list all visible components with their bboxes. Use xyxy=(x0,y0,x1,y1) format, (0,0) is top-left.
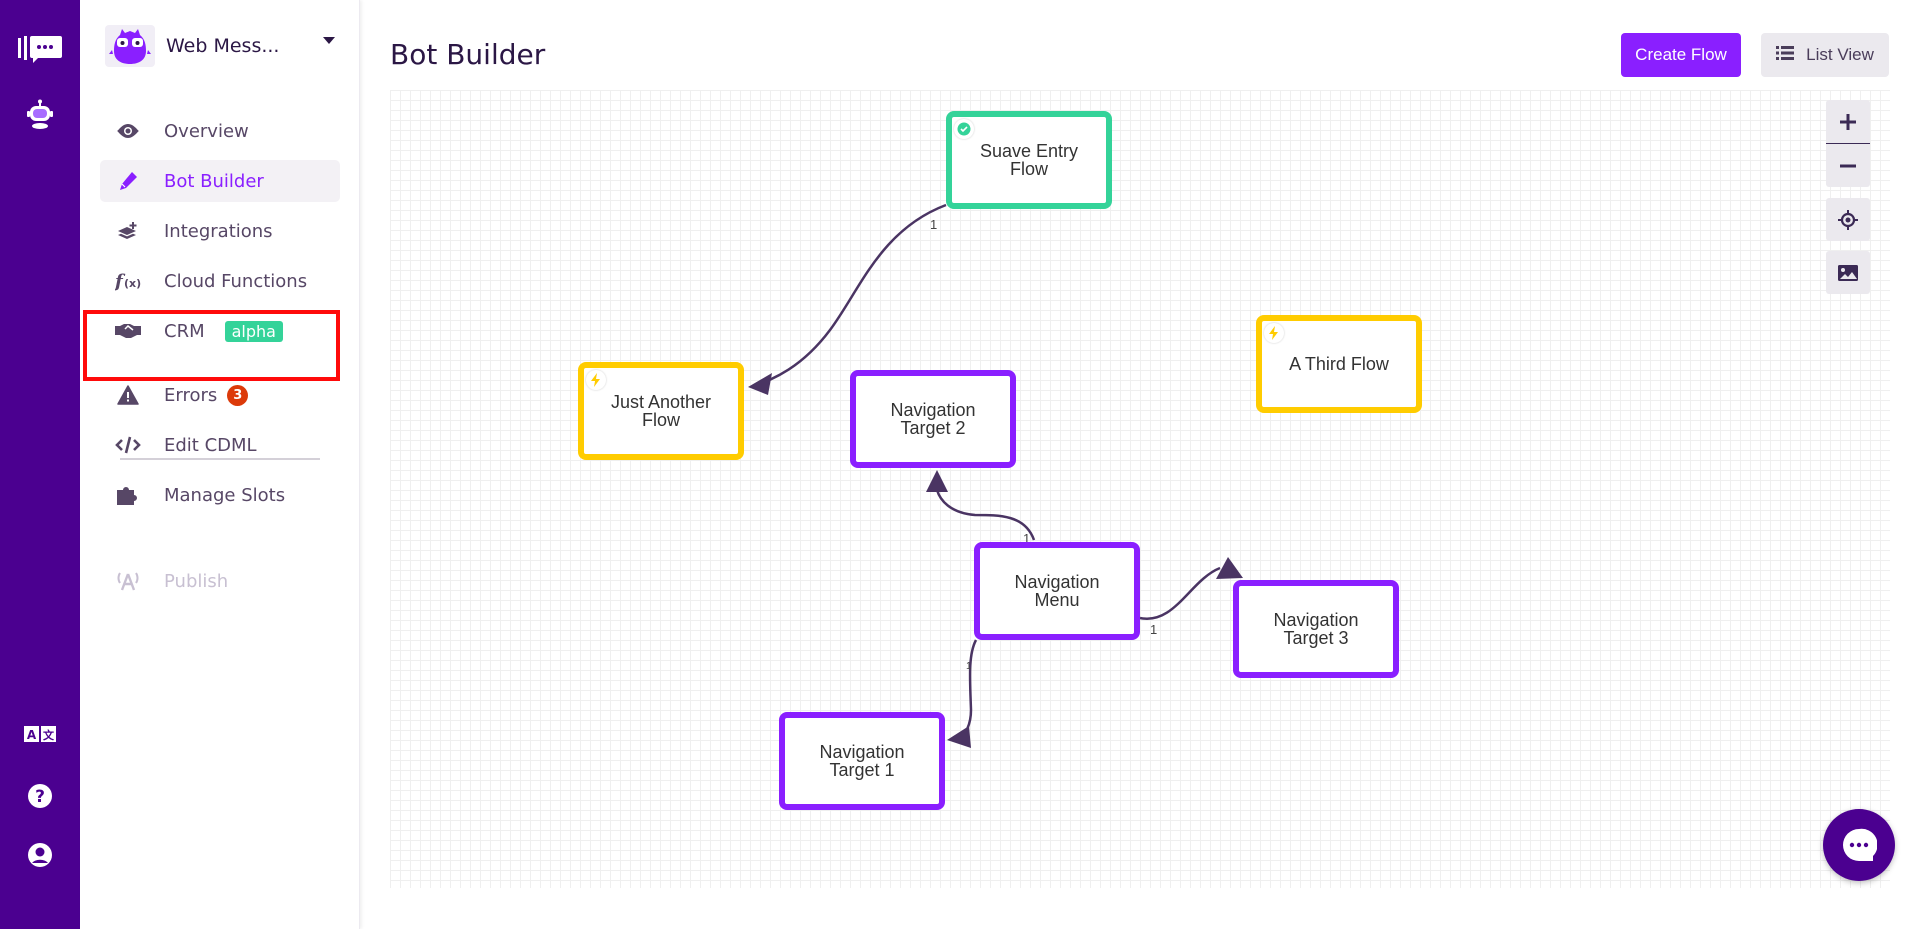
warning-icon xyxy=(114,383,142,407)
sidebar-item-publish: Publish xyxy=(100,560,340,602)
flow-node-just-another[interactable]: Just Another Flow xyxy=(578,362,744,460)
puzzle-icon xyxy=(114,483,142,507)
error-count-badge: 3 xyxy=(227,384,249,406)
list-icon xyxy=(1776,45,1795,65)
bot-avatar xyxy=(105,25,155,67)
sidebar-nav-secondary: Publish xyxy=(100,560,340,610)
sidebar-item-errors[interactable]: Errors 3 xyxy=(100,374,340,416)
node-label: Navigation Menu xyxy=(1014,572,1100,610)
plus-icon xyxy=(1840,113,1856,130)
flow-node-suave-entry[interactable]: Suave Entry Flow xyxy=(946,111,1112,209)
bot-icon[interactable] xyxy=(0,98,80,130)
svg-text:文: 文 xyxy=(43,728,55,742)
app-rail: A文 ? xyxy=(0,0,80,929)
broadcast-icon xyxy=(114,569,142,593)
minus-icon xyxy=(1840,164,1856,167)
sidebar-item-bot-builder[interactable]: Bot Builder xyxy=(100,160,340,202)
flow-node-navigation-target-3[interactable]: Navigation Target 3 xyxy=(1233,580,1399,678)
bot-name: Web Mess... xyxy=(166,35,280,57)
flow-canvas[interactable] xyxy=(390,90,1890,888)
zoom-in-button[interactable] xyxy=(1826,100,1870,143)
bot-selector[interactable]: Web Mess... xyxy=(105,25,335,67)
layers-plus-icon xyxy=(114,219,142,243)
node-label: Navigation Target 2 xyxy=(890,400,976,438)
list-view-label: List View xyxy=(1806,45,1874,64)
svg-text:A: A xyxy=(27,728,37,742)
translate-icon[interactable]: A文 xyxy=(0,724,80,744)
function-icon: f (x) xyxy=(114,269,142,293)
brand-logo-icon[interactable] xyxy=(0,28,80,72)
sidebar-item-crm[interactable]: CRM alpha xyxy=(100,310,340,352)
bolt-icon xyxy=(1264,323,1284,343)
image-icon xyxy=(1838,264,1858,281)
sidebar-item-integrations[interactable]: Integrations xyxy=(100,210,340,252)
alpha-badge: alpha xyxy=(224,320,283,342)
page-title: Bot Builder xyxy=(390,38,546,71)
sidebar-item-manage-slots[interactable]: Manage Slots xyxy=(100,474,340,516)
pencil-icon xyxy=(114,169,142,193)
chat-widget-button[interactable] xyxy=(1823,809,1895,881)
flow-node-a-third[interactable]: A Third Flow xyxy=(1256,315,1422,413)
help-icon[interactable]: ? xyxy=(0,782,80,810)
chevron-down-icon[interactable] xyxy=(323,37,335,44)
sidebar-item-cloud-functions[interactable]: f (x) Cloud Functions xyxy=(100,260,340,302)
create-flow-button[interactable]: Create Flow xyxy=(1621,33,1741,77)
svg-text:?: ? xyxy=(35,787,45,807)
zoom-out-button[interactable] xyxy=(1826,144,1870,187)
check-circle-icon xyxy=(954,119,974,139)
node-label: Just Another Flow xyxy=(610,392,712,430)
node-label: Navigation Target 1 xyxy=(819,742,905,780)
export-image-button[interactable] xyxy=(1826,251,1870,294)
recenter-control xyxy=(1826,198,1870,241)
node-label: Navigation Target 3 xyxy=(1273,610,1359,648)
recenter-button[interactable] xyxy=(1826,198,1870,241)
eye-icon xyxy=(114,119,142,143)
flow-node-navigation-target-1[interactable]: Navigation Target 1 xyxy=(779,712,945,810)
chat-icon xyxy=(1843,828,1877,861)
export-image-control xyxy=(1826,251,1870,294)
flow-node-navigation-menu[interactable]: Navigation Menu xyxy=(974,542,1140,640)
svg-text:(x): (x) xyxy=(124,277,141,290)
sidebar: Web Mess... Overview Bot Builder Integra… xyxy=(80,0,360,929)
node-label: A Third Flow xyxy=(1289,354,1389,374)
node-label: Suave Entry Flow xyxy=(979,141,1079,179)
list-view-button[interactable]: List View xyxy=(1761,33,1889,77)
handshake-icon xyxy=(114,319,142,343)
crosshair-icon xyxy=(1838,209,1858,230)
sidebar-divider xyxy=(120,458,320,460)
bolt-icon xyxy=(586,370,606,390)
zoom-controls xyxy=(1826,100,1870,187)
code-icon xyxy=(114,433,142,457)
sidebar-item-overview[interactable]: Overview xyxy=(100,110,340,152)
sidebar-nav: Overview Bot Builder Integrations f (x) C… xyxy=(100,110,340,524)
user-account-icon[interactable] xyxy=(0,841,80,869)
flow-node-navigation-target-2[interactable]: Navigation Target 2 xyxy=(850,370,1016,468)
